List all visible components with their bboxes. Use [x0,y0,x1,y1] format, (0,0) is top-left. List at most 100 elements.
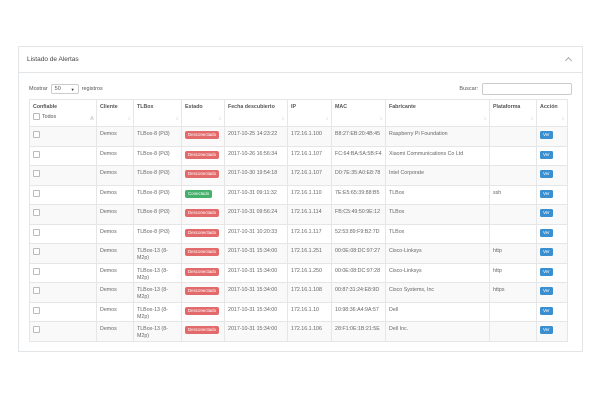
client-cell: Demos [96,184,134,205]
table-controls: Mostrar 50 ▼ registros Buscar: [19,77,582,101]
header-status-label: Estado [185,104,203,110]
platform-cell [489,204,537,225]
date-cell: 2017-10-31 10:20:33 [224,223,288,244]
ip-cell: 172.16.1.106 [287,321,332,342]
ip-cell: 172.16.1.10 [287,301,332,322]
status-badge: Desconectado [185,287,220,295]
header-status[interactable]: Estado ↑↓ [181,99,225,127]
trusted-checkbox[interactable] [33,189,40,197]
view-button[interactable]: Ver [540,228,553,237]
sort-icon: ↓A [88,116,94,122]
mac-cell: 52:53:89:F9:B2:7D [331,223,386,244]
header-discovered-label: Fecha descubierto [228,104,275,110]
header-mac-label: MAC [335,104,348,110]
header-ip-label: IP [291,104,297,110]
view-button[interactable]: Ver [540,287,553,295]
date-cell: 2017-10-31 09:11:32 [224,184,288,205]
mac-cell: 28:F1:0E:1B:21:5E [331,321,386,342]
action-cell: Ver [536,223,568,244]
platform-cell: http [489,262,537,283]
show-label: Mostrar [29,86,48,92]
trusted-checkbox[interactable] [33,209,40,216]
client-cell: Demos [96,165,134,186]
tlbox-cell: TLBox-8 (Pi3) [133,204,182,225]
header-maker[interactable]: Fabricante ↑↓ [385,99,490,127]
client-cell: Demos [96,321,134,342]
sort-icon: ↑↓ [218,116,222,122]
header-discovered[interactable]: Fecha descubierto ↑↓ [224,99,288,127]
trusted-checkbox[interactable] [33,248,40,255]
view-button[interactable]: Ver [540,150,553,159]
ip-cell: 172.16.1.107 [287,145,332,166]
client-cell: Demos [96,243,134,264]
status-cell: Desconectado [181,126,225,147]
ip-cell: 172.16.1.250 [287,262,332,283]
view-button[interactable]: Ver [540,189,553,198]
maker-cell: TLBox [385,204,490,225]
action-cell: Ver [536,165,568,186]
chevron-up-icon[interactable] [564,55,574,65]
mac-cell: 7E:E5:65:39:88:B5 [331,184,386,205]
header-ip[interactable]: IP ↑↓ [287,99,332,127]
view-button[interactable]: Ver [540,267,553,276]
table-row: Demos TLBox-13 (8-M2p) Desconectado 2017-10… [29,301,568,322]
header-mac[interactable]: MAC ↑↓ [331,99,386,127]
table-row: Demos TLBox-13 (8-M2p) Desconectado 2017-10… [29,243,568,264]
action-cell: Ver [536,204,568,225]
trusted-checkbox[interactable] [33,170,40,177]
mac-cell: FB:C5:49:50:9E:12 [331,204,386,225]
header-platform[interactable]: Plataforma ↑↓ [489,99,537,127]
trusted-checkbox[interactable] [33,306,40,314]
trusted-checkbox[interactable] [33,228,40,236]
trusted-checkbox[interactable] [33,131,40,138]
action-cell: Ver [536,145,568,166]
tlbox-cell: TLBox-8 (Pi3) [133,223,182,244]
client-cell: Demos [96,262,134,283]
trusted-cell [29,262,97,283]
select-all: Todos [33,113,93,120]
header-tlbox[interactable]: TLBox ↑↓ [133,99,182,127]
sort-icon: ↑↓ [530,116,534,122]
trusted-cell [29,282,97,303]
header-trusted[interactable]: Confiable Todos ↓A [29,99,97,127]
view-button[interactable]: Ver [540,306,553,315]
table-row: Demos TLBox-8 (Pi3) Desconectado 2017-10-31… [29,204,568,225]
select-all-checkbox[interactable] [33,113,40,120]
status-badge: Desconectado [185,150,220,159]
view-button[interactable]: Ver [540,248,553,256]
status-badge: Desconectado [185,170,220,178]
trusted-checkbox[interactable] [33,150,40,158]
ip-cell: 172.16.1.117 [287,223,332,244]
sort-icon: ↑↓ [561,116,565,122]
header-client[interactable]: Cliente ↑↓ [96,99,134,127]
search-input[interactable] [482,83,572,95]
platform-cell [489,126,537,147]
view-button[interactable]: Ver [540,209,553,217]
trusted-checkbox[interactable] [33,326,40,333]
view-button[interactable]: Ver [540,326,553,334]
action-cell: Ver [536,321,568,342]
trusted-checkbox[interactable] [33,287,40,294]
trusted-cell [29,184,97,205]
date-cell: 2017-10-31 15:34:00 [224,262,288,283]
trusted-checkbox[interactable] [33,267,40,275]
mac-cell: 00:87:31:24:E8:9D [331,282,386,303]
date-cell: 2017-10-30 19:54:18 [224,165,288,186]
page-size-select[interactable]: 50 ▼ [50,84,79,94]
ip-cell: 172.16.1.107 [287,165,332,186]
action-cell: Ver [536,243,568,264]
status-cell: Desconectado [181,145,225,166]
platform-cell [489,223,537,244]
header-action[interactable]: Acción ↑↓ [536,99,568,127]
status-cell: Desconectado [181,321,225,342]
platform-cell [489,145,537,166]
view-button[interactable]: Ver [540,131,553,139]
date-cell: 2017-10-31 15:34:00 [224,243,288,264]
platform-cell: ssh [489,184,537,205]
mac-cell: D0:7E:35:A0:E8:78 [331,165,386,186]
sort-icon: ↑↓ [127,116,131,122]
tlbox-cell: TLBox-13 (8-M2p) [133,321,182,342]
maker-cell: TLBox [385,184,490,205]
trusted-cell [29,321,97,342]
view-button[interactable]: Ver [540,170,553,178]
